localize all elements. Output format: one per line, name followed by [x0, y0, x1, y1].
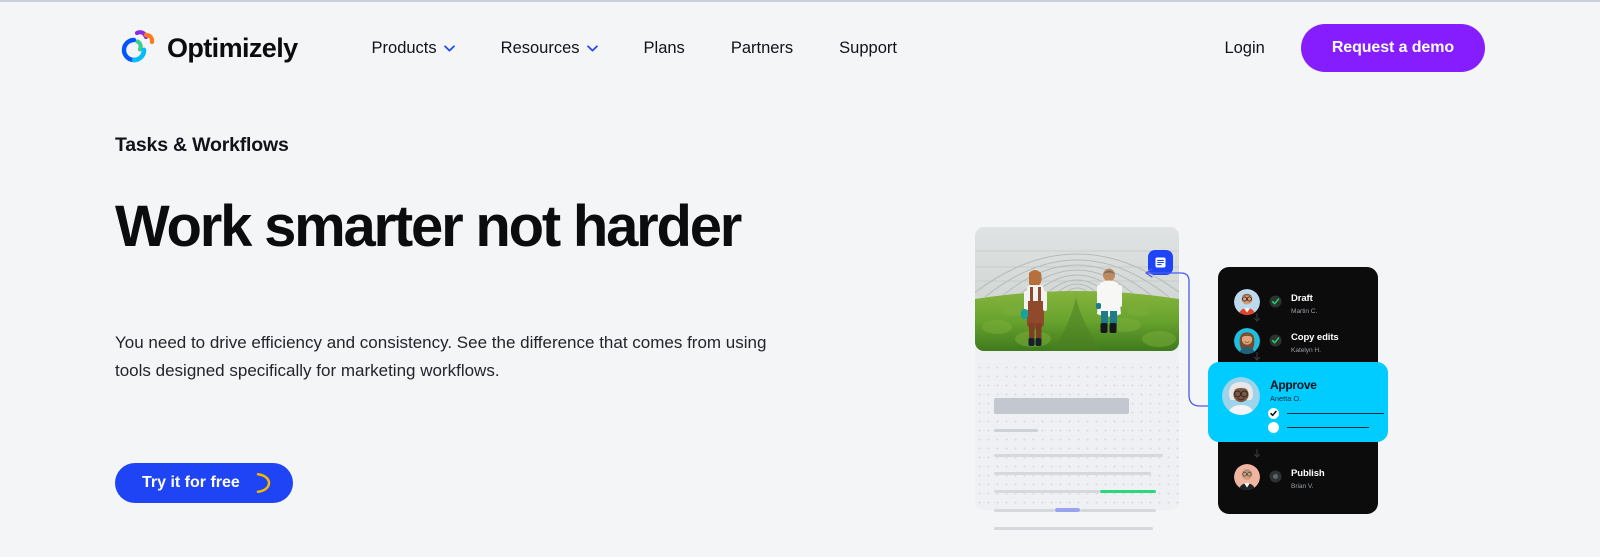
skeleton-title-block	[994, 398, 1130, 414]
workflow-step-assignee: Brian V.	[1291, 483, 1314, 490]
workflow-step-approve-active[interactable]: Approve Anetta O.	[1208, 362, 1388, 442]
workflow-step-publish[interactable]: Publish Brian V.	[1234, 463, 1378, 490]
workflow-step-copy-edits[interactable]: Copy edits Katelyn H.	[1234, 327, 1378, 354]
nav-link-label: Products	[371, 38, 437, 57]
hero-description: You need to drive efficiency and consist…	[115, 333, 767, 380]
blue-highlight	[1054, 508, 1081, 512]
skeleton-line-green-highlight	[994, 490, 1163, 493]
optimizely-logo-icon	[115, 27, 157, 69]
nav-link-label: Plans	[643, 38, 685, 57]
avatar	[1234, 463, 1260, 490]
chevron-down-icon	[443, 44, 455, 51]
approve-option-line	[1287, 426, 1369, 429]
login-link[interactable]: Login	[1224, 39, 1264, 58]
workflow-step-title: Copy edits	[1291, 332, 1339, 343]
brand-name: Optimizely	[167, 32, 298, 63]
workflow-step-assignee: Martin C.	[1291, 308, 1318, 315]
nav-link-label: Support	[839, 38, 897, 57]
workflow-illustration: Draft Martin C. Copy edits Katelyn H. Pu…	[960, 207, 1420, 537]
green-highlight	[1100, 490, 1157, 493]
top-navigation-bar: Optimizely Products Resources Plans Part…	[0, 2, 1600, 94]
nav-link-label: Partners	[730, 38, 794, 57]
avatar	[1234, 327, 1260, 354]
chevron-down-icon	[586, 44, 598, 51]
try-it-for-free-button[interactable]: Try it for free	[115, 462, 293, 503]
approve-option-line	[1287, 412, 1384, 415]
arrow-down-icon	[1254, 449, 1260, 458]
workflow-step-title: Publish	[1291, 468, 1325, 479]
skeleton-line-blue-highlight	[994, 508, 1163, 512]
workflow-step-title: Draft	[1291, 293, 1313, 304]
nav-link-partners[interactable]: Partners	[731, 39, 793, 58]
skeleton-line	[994, 527, 1153, 530]
nav-link-resources[interactable]: Resources	[501, 39, 598, 58]
skeleton-line	[994, 472, 1152, 475]
nav-right-group: Login Request a demo	[1224, 24, 1485, 72]
nav-link-support[interactable]: Support	[839, 39, 897, 58]
avatar	[1222, 377, 1260, 415]
skeleton-line	[994, 429, 1038, 432]
request-a-demo-button[interactable]: Request a demo	[1300, 24, 1485, 72]
page-title: Work smarter not harder	[115, 194, 742, 259]
try-button-label: Try it for free	[142, 473, 240, 491]
brand-logo-link[interactable]: Optimizely	[115, 27, 298, 69]
nav-link-plans[interactable]: Plans	[644, 39, 685, 58]
radio-empty-icon	[1268, 422, 1279, 433]
comment-document-icon[interactable]	[1148, 250, 1173, 275]
crescent-moon-icon	[256, 472, 271, 493]
workflow-step-draft[interactable]: Draft Martin C.	[1234, 288, 1378, 315]
check-circle-icon	[1269, 334, 1282, 347]
check-circle-icon	[1269, 295, 1282, 308]
approve-option-checked[interactable]	[1268, 408, 1384, 419]
nav-link-products[interactable]: Products	[372, 39, 455, 58]
hero-content: Tasks & Workflows Work smarter not harde…	[115, 134, 875, 503]
avatar	[1234, 288, 1260, 315]
approve-step-assignee: Anetta O.	[1270, 394, 1302, 403]
arrow-down-icon	[1254, 313, 1260, 322]
dot-circle-icon	[1269, 470, 1282, 483]
approve-option-unchecked[interactable]	[1268, 422, 1369, 433]
greenhouse-workers-photo	[975, 227, 1179, 351]
page-eyebrow: Tasks & Workflows	[115, 134, 289, 156]
nav-link-label: Resources	[500, 38, 580, 57]
skeleton-line	[994, 454, 1163, 457]
nav-links: Products Resources Plans Partners Suppor…	[372, 39, 897, 58]
arrow-down-icon	[1254, 352, 1260, 361]
workflow-step-assignee: Katelyn H.	[1291, 347, 1321, 354]
approve-step-title: Approve	[1270, 378, 1317, 392]
check-circle-icon	[1268, 408, 1279, 419]
